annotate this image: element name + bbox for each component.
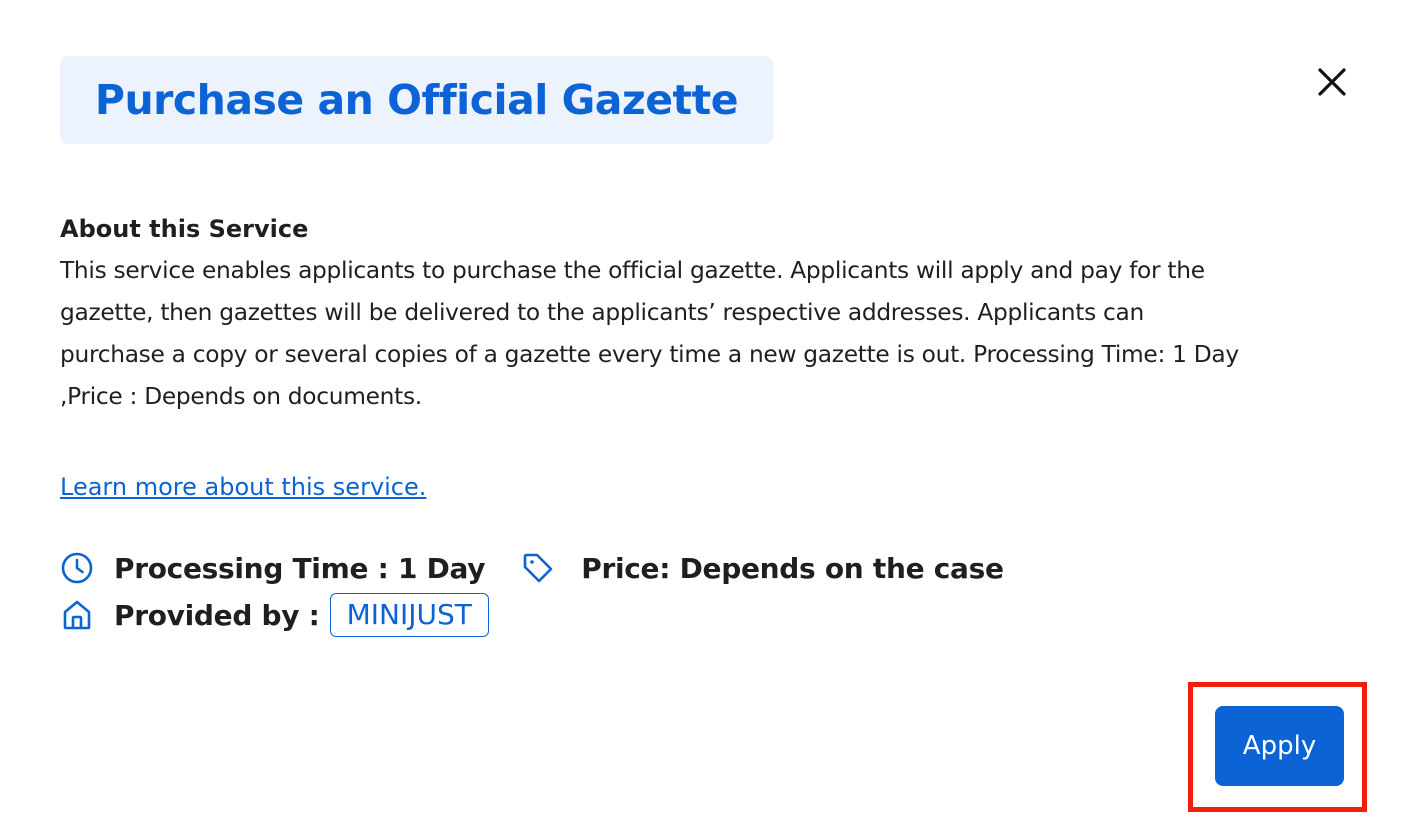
about-description: This service enables applicants to purch… <box>60 257 1239 410</box>
home-icon <box>60 598 94 632</box>
close-icon <box>1318 68 1346 96</box>
about-heading: About this Service <box>60 215 309 243</box>
dialog-title: Purchase an Official Gazette <box>94 76 739 124</box>
service-dialog: Purchase an Official Gazette About this … <box>0 0 1404 834</box>
clock-icon <box>60 551 94 585</box>
apply-button[interactable]: Apply <box>1215 706 1344 786</box>
learn-more-link[interactable]: Learn more about this service. <box>60 470 426 504</box>
title-banner: Purchase an Official Gazette <box>60 56 773 144</box>
tag-icon <box>521 551 555 585</box>
provider-badge[interactable]: MINIJUST <box>329 593 489 637</box>
close-button[interactable] <box>1310 60 1354 104</box>
price: Price: Depends on the case <box>581 551 1004 585</box>
processing-time: Processing Time : 1 Day <box>114 551 486 585</box>
service-meta-row: Processing Time : 1 Day Price: Depends o… <box>60 546 1004 590</box>
provided-by-label: Provided by : <box>114 598 320 632</box>
provider-row: Provided by : MINIJUST <box>60 592 489 638</box>
